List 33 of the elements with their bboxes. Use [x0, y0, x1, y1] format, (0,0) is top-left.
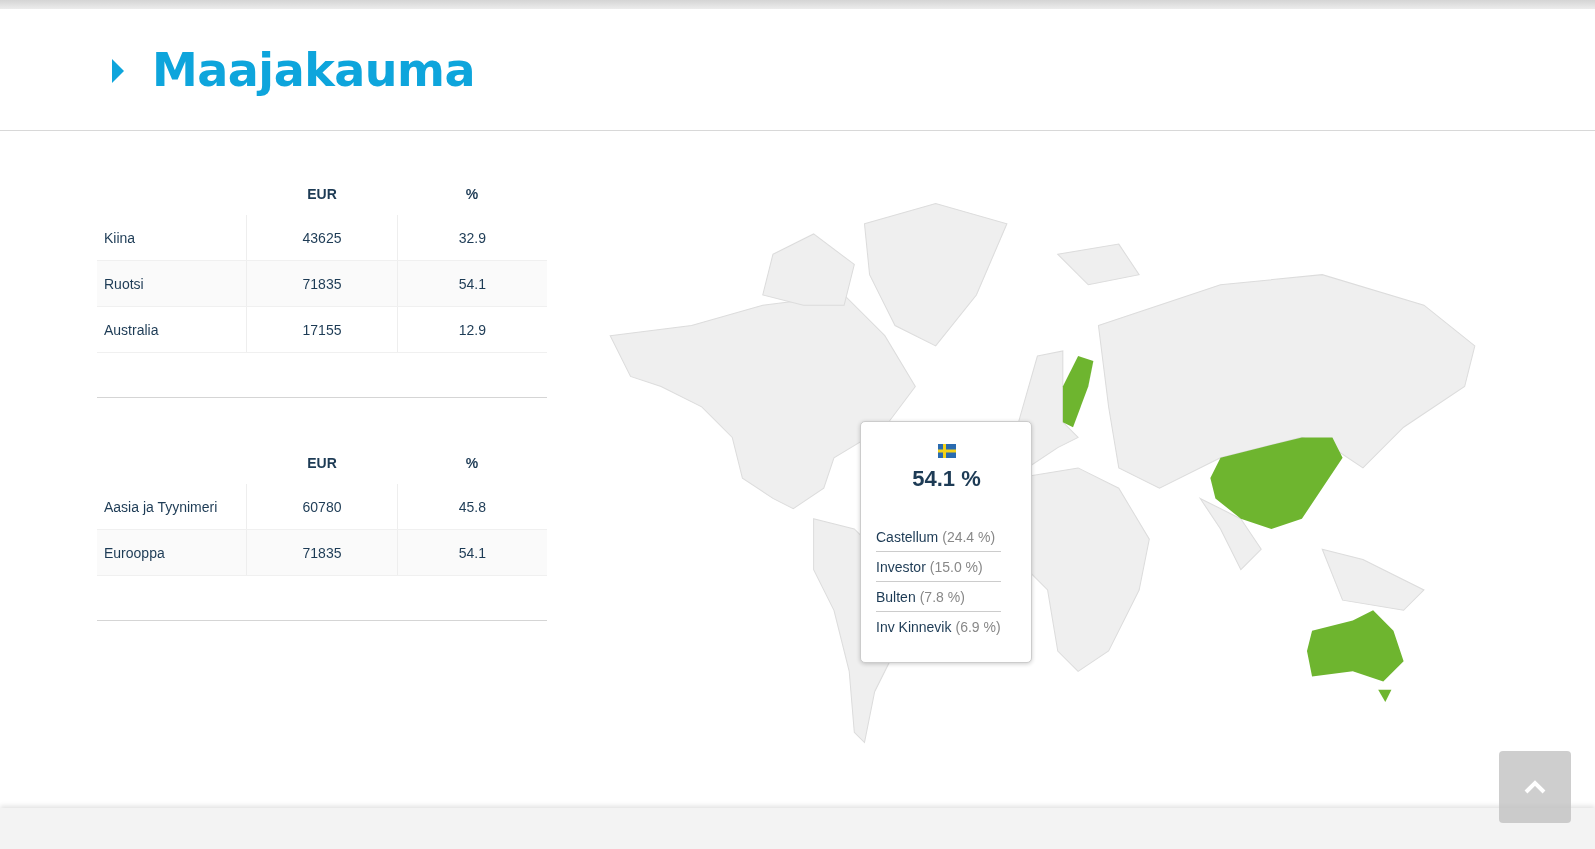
table-cell: 71835 — [246, 530, 397, 575]
holding-share: (7.8 %) — [919, 589, 965, 605]
column-header: EUR — [306, 186, 338, 202]
holding-share: (6.9 %) — [955, 619, 1001, 635]
section-title: Maajakauma — [152, 42, 476, 97]
column-header: EUR — [306, 455, 338, 471]
table-cell: 32.9 — [396, 215, 547, 260]
holding-name: Castellum — [876, 529, 939, 545]
table-cell: 54.1 — [396, 261, 547, 306]
tooltip-value: 54.1 % — [912, 466, 981, 492]
table-cell: 54.1 — [396, 530, 547, 575]
scroll-to-top-button[interactable] — [1499, 751, 1571, 823]
holding-name: Bulten — [876, 589, 916, 605]
table-cell: 17155 — [246, 307, 397, 352]
holding-name: Investor — [876, 559, 926, 575]
caret-right-icon — [110, 56, 126, 85]
table-cell: 71835 — [246, 261, 397, 306]
table-cell-text: Aasia ja Tyynimeri — [103, 498, 219, 515]
table-cell: 45.8 — [396, 484, 547, 529]
holding-share: (15.0 %) — [929, 559, 983, 575]
table-cell: 60780 — [246, 484, 397, 529]
table-cell-text: Kiina — [103, 229, 137, 246]
table-cell: 43625 — [246, 215, 397, 260]
column-header: % — [464, 455, 480, 471]
holding-name: Inv Kinnevik — [876, 619, 952, 635]
table-cell-text: Eurooppa — [103, 544, 166, 561]
table-cell-text: Australia — [103, 321, 160, 338]
holding-share: (24.4 %) — [942, 529, 996, 545]
chevron-up-icon — [1523, 779, 1547, 795]
table-cell-text: Ruotsi — [103, 275, 145, 292]
column-header: % — [464, 186, 480, 202]
table-cell: 12.9 — [396, 307, 547, 352]
flag-icon — [937, 444, 956, 458]
